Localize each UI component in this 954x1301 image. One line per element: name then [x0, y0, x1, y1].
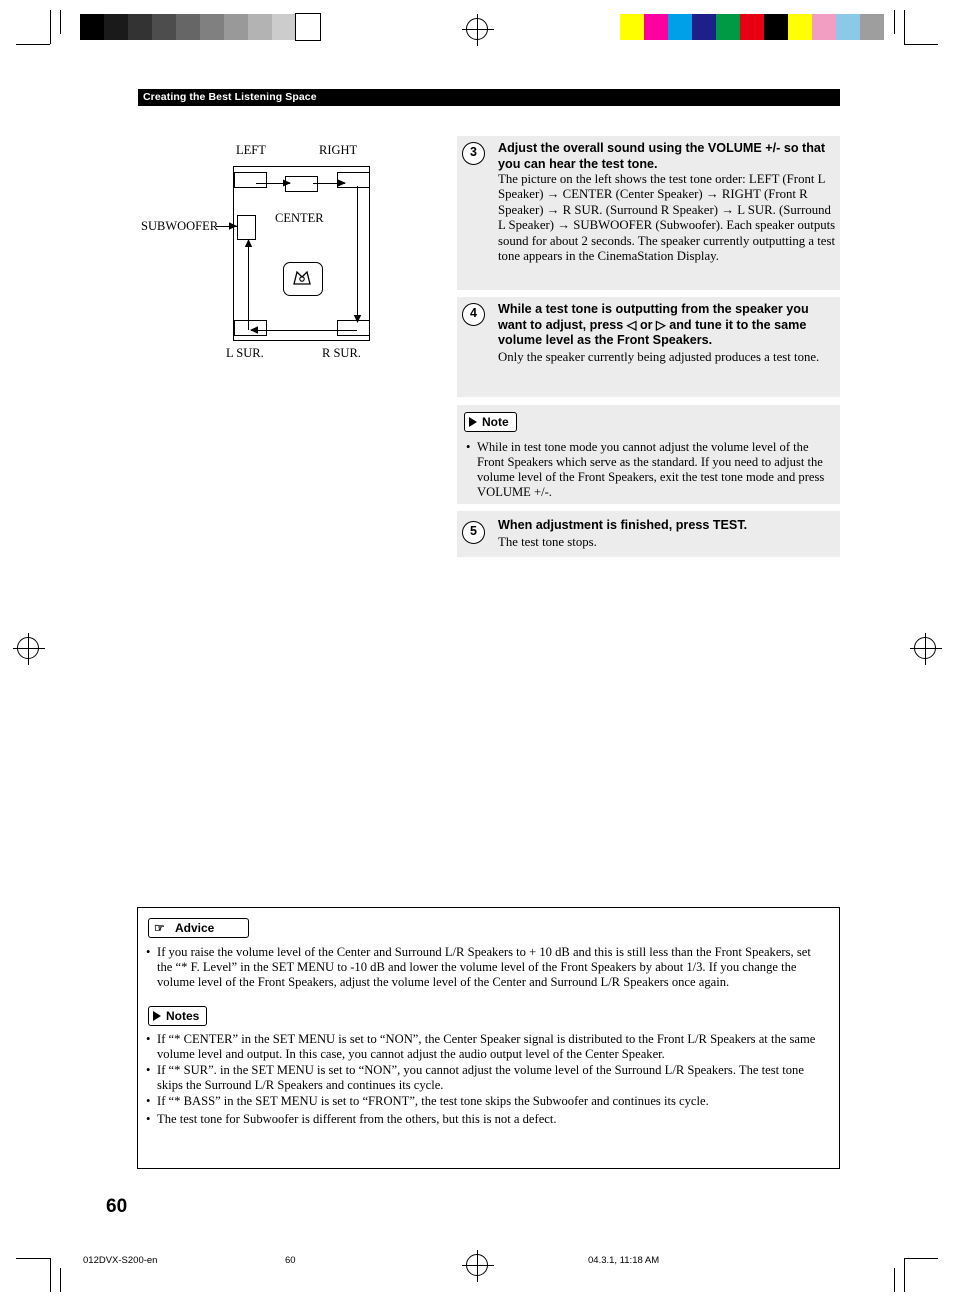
crop-mark-bottom-left-v2 — [60, 1268, 61, 1292]
step-4-heading: While a test tone is outputting from the… — [498, 302, 809, 348]
notes-badge: Notes — [148, 1006, 208, 1026]
crop-mark-bottom-left-v — [50, 1258, 51, 1292]
footer-file-name: 012DVX-S200-en — [83, 1255, 158, 1266]
notes-bullet-dot-1: • — [146, 1063, 151, 1077]
room-outline — [233, 166, 370, 341]
diagram-label-r-sur: R SUR. — [322, 346, 361, 360]
arrow-lsur-up — [248, 240, 249, 330]
speaker-center — [285, 176, 318, 192]
diagram-label-subwoofer: SUBWOOFER — [141, 219, 219, 233]
notes-bullet-dot-0: • — [146, 1032, 151, 1046]
notes-badge-label: Notes — [166, 1009, 200, 1023]
step-3-body: The picture on the left shows the test t… — [498, 172, 836, 264]
advice-item-0: If you raise the volume level of the Cen… — [157, 945, 811, 990]
step-3-number: 3 — [462, 142, 485, 165]
arrow-center-to-right — [313, 183, 345, 184]
speaker-front-right — [337, 172, 370, 188]
step-4-body: Only the speaker currently being adjuste… — [498, 350, 820, 364]
footer-page-number: 60 — [285, 1255, 296, 1266]
arrow-rsur-to-lsur — [251, 330, 357, 331]
note-badge: Note — [464, 412, 517, 432]
step-5-heading: When adjustment is finished, press TEST. — [498, 518, 748, 532]
crop-mark-bottom-right-h — [904, 1258, 938, 1259]
footer-timestamp: 04.3.1, 11:18 AM — [588, 1255, 660, 1266]
note-item-0: While in test tone mode you cannot adjus… — [477, 440, 825, 499]
registration-mark-bottom — [462, 1250, 494, 1282]
speaker-surround-right — [337, 320, 370, 336]
step-5-body: The test tone stops. — [498, 535, 597, 549]
step-4-number: 4 — [462, 303, 485, 326]
crop-mark-bottom-right-v2 — [894, 1268, 895, 1292]
registration-mark-left — [13, 633, 45, 665]
note-bullet-dot: • — [466, 440, 471, 454]
notes-item-1: If “* SUR”. in the SET MENU is set to “N… — [157, 1063, 804, 1093]
notes-item-0: If “* CENTER” in the SET MENU is set to … — [157, 1032, 816, 1062]
page-number: 60 — [106, 1196, 128, 1217]
speaker-subwoofer — [237, 215, 256, 240]
notes-item-3: The test tone for Subwoofer is different… — [157, 1112, 557, 1126]
crop-mark-bottom-right-v — [904, 1258, 905, 1292]
speaker-surround-left — [234, 320, 267, 336]
advice-bullet-dot-0: • — [146, 945, 151, 959]
note-arrow-icon — [469, 417, 477, 427]
diagram-label-l-sur: L SUR. — [226, 346, 264, 360]
advice-badge-label: Advice — [175, 921, 215, 935]
step-5-number: 5 — [462, 521, 485, 544]
notes-item-2: If “* BASS” in the SET MENU is set to “F… — [157, 1094, 709, 1108]
registration-mark-right — [910, 633, 942, 665]
diagram-label-right: RIGHT — [319, 143, 358, 157]
step-3-heading: Adjust the overall sound using the VOLUM… — [498, 141, 826, 171]
notes-bullet-dot-3: • — [146, 1112, 151, 1126]
notes-arrow-icon — [153, 1011, 161, 1021]
notes-bullet-dot-2: • — [146, 1094, 151, 1108]
note-badge-label: Note — [482, 415, 509, 429]
arrow-subwoofer — [216, 226, 237, 227]
arrow-left-to-center — [256, 183, 290, 184]
speaker-front-left — [234, 172, 267, 188]
arrow-right-down — [357, 186, 358, 322]
advice-badge: ☞ Advice — [148, 918, 249, 938]
crop-mark-bottom-left-h — [16, 1258, 50, 1259]
tv-icon — [283, 262, 323, 296]
diagram-label-left: LEFT — [236, 143, 266, 157]
advice-hand-icon: ☞ — [154, 921, 165, 935]
